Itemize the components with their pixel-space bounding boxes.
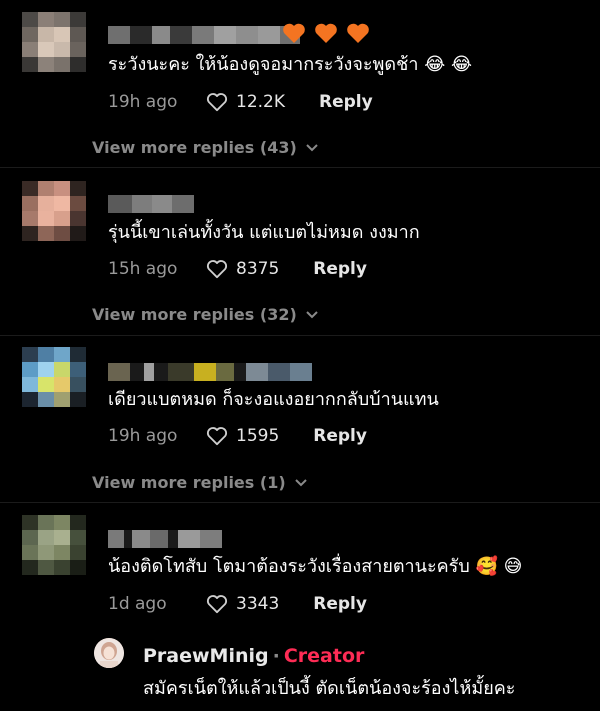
creator-badge: Creator xyxy=(283,645,365,667)
comment-meta: 15h ago 8375 Reply xyxy=(108,257,367,281)
like-count: 1595 xyxy=(236,426,280,446)
like-button[interactable]: 8375 xyxy=(206,259,279,279)
comment-meta: 19h ago 12.2K Reply xyxy=(108,90,373,114)
emoji-smiling-hearts: 🥰 😅 xyxy=(475,556,523,577)
emoji-laughing-tears: 😂 😂 xyxy=(424,54,472,75)
username-blurred[interactable] xyxy=(108,361,312,383)
reply-button[interactable]: Reply xyxy=(313,594,367,614)
chevron-down-icon xyxy=(306,143,318,151)
username-blurred[interactable] xyxy=(108,24,300,46)
comment-text: น้องติดโทสับ โตมาต้องระวังเรื่องสายตานะค… xyxy=(108,556,523,577)
comment-text: รุ่นนี้เขาเล่นทั้งวัน แต่แบตไม่หมด งงมาก xyxy=(108,222,420,243)
creator-username[interactable]: PraewMinig xyxy=(143,645,269,667)
chevron-down-icon xyxy=(294,478,307,486)
view-more-replies-button[interactable]: View more replies (32) xyxy=(92,305,319,324)
reply-button[interactable]: Reply xyxy=(313,259,367,279)
avatar[interactable] xyxy=(22,515,86,575)
like-button[interactable]: 12.2K xyxy=(206,92,285,112)
avatar[interactable] xyxy=(22,181,86,241)
like-count: 12.2K xyxy=(236,92,285,112)
heart-outline-icon xyxy=(206,595,228,614)
creator-reply-header: PraewMinig · Creator xyxy=(143,645,364,667)
view-more-label: View more replies (1) xyxy=(92,473,286,492)
creator-avatar[interactable] xyxy=(94,638,124,668)
like-button[interactable]: 1595 xyxy=(206,426,279,446)
avatar[interactable] xyxy=(22,12,86,72)
like-count: 8375 xyxy=(236,259,280,279)
avatar[interactable] xyxy=(22,347,86,407)
view-more-label: View more replies (43) xyxy=(92,138,297,157)
comment-text: ระวังนะคะ ให้น้องดูจอมากระวังจะพูดช้า 😂 … xyxy=(108,54,472,75)
timestamp: 1d ago xyxy=(108,594,167,614)
heart-outline-icon xyxy=(206,93,228,112)
view-more-replies-button[interactable]: View more replies (1) xyxy=(92,473,308,492)
timestamp: 19h ago xyxy=(108,426,178,446)
reply-button[interactable]: Reply xyxy=(319,92,373,112)
timestamp: 15h ago xyxy=(108,259,178,279)
comment-text: เดียวแบตหมด ก็จะงอแงอยากกลับบ้านแทน xyxy=(108,389,439,410)
orange-heart-emoji-icon xyxy=(347,23,369,43)
username-blurred[interactable] xyxy=(108,193,194,215)
heart-outline-icon xyxy=(206,260,228,279)
orange-heart-emoji-icon xyxy=(283,23,305,43)
comment-meta: 19h ago 1595 Reply xyxy=(108,424,367,448)
like-count: 3343 xyxy=(236,594,280,614)
like-button[interactable]: 3343 xyxy=(206,594,279,614)
orange-heart-emoji-icon xyxy=(315,23,337,43)
divider xyxy=(0,167,600,168)
creator-reply-text: สมัครเน็ตให้แล้วเป็นงี้ ตัดเน็ตน้องจะร้อ… xyxy=(143,678,516,699)
reply-button[interactable]: Reply xyxy=(313,426,367,446)
chevron-down-icon xyxy=(306,310,318,318)
view-more-label: View more replies (32) xyxy=(92,305,297,324)
orange-heart-emojis xyxy=(282,22,370,44)
heart-outline-icon xyxy=(206,427,228,446)
username-blurred[interactable] xyxy=(108,528,222,550)
view-more-replies-button[interactable]: View more replies (43) xyxy=(92,138,319,157)
comment-meta: 1d ago 3343 Reply xyxy=(108,592,367,616)
divider xyxy=(0,335,600,336)
timestamp: 19h ago xyxy=(108,92,178,112)
creator-avatar-image xyxy=(94,638,124,668)
separator-dot: · xyxy=(272,645,280,667)
divider xyxy=(0,502,600,503)
